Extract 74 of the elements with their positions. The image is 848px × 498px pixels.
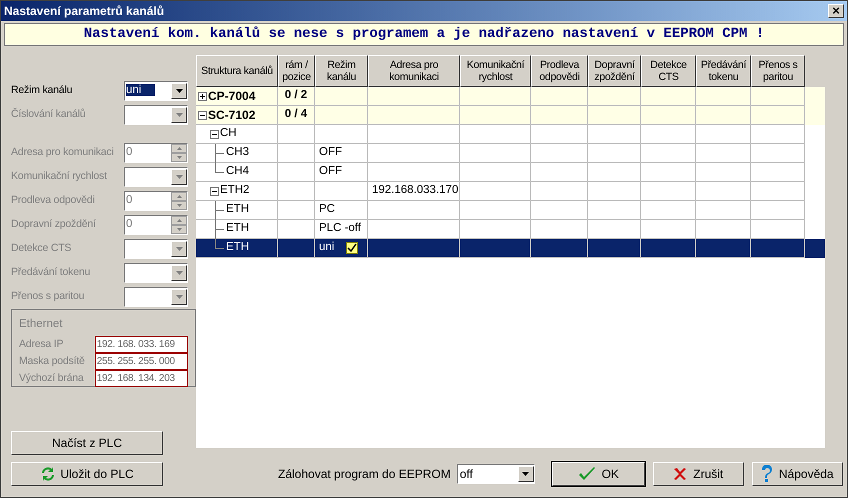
dropdown[interactable]: [124, 167, 188, 187]
table-row[interactable]: ETH uni: [196, 239, 825, 258]
cell-text: OFF: [319, 164, 342, 180]
dropdown[interactable]: [124, 105, 188, 125]
column-header[interactable]: Komunikační rychlost: [460, 55, 531, 87]
column-header[interactable]: Předávání tokenu: [696, 55, 751, 87]
dropdown[interactable]: [124, 239, 188, 259]
dropdown[interactable]: off: [456, 464, 535, 484]
dropdown[interactable]: [124, 287, 188, 307]
cell-text: PC: [319, 202, 335, 218]
field-label: Režim kanálu: [11, 83, 74, 98]
group-title: Ethernet: [19, 317, 64, 332]
cancel-button[interactable]: Zrušit: [652, 462, 744, 486]
help-button[interactable]: Nápověda: [752, 462, 843, 486]
tree-label: ETH: [226, 221, 249, 236]
field-label: Dopravní zpoždění: [11, 217, 97, 232]
checkbox-edit-icon[interactable]: [346, 242, 358, 254]
cell-text: OFF: [319, 145, 342, 160]
field-label: Prodleva odpovědi: [11, 193, 96, 208]
tree-label: CP-7004: [208, 88, 256, 105]
ok-button[interactable]: OK: [552, 462, 645, 486]
column-header[interactable]: Dopravní zpoždění: [588, 55, 641, 87]
check-icon: [578, 466, 596, 482]
tree-label: CH4: [226, 164, 250, 180]
ip-field[interactable]: 192. 168. 134. 203: [94, 370, 188, 388]
expand-icon[interactable]: [198, 92, 207, 100]
dropdown[interactable]: [124, 263, 188, 283]
field-label: Zálohovat program do EEPROM: [278, 466, 451, 483]
field-label: Přenos s paritou: [11, 289, 86, 304]
ip-field[interactable]: 192. 168. 033. 169: [94, 336, 188, 354]
column-header[interactable]: Prodleva odpovědi: [531, 55, 588, 87]
cross-icon: [673, 467, 688, 481]
collapse-icon[interactable]: [198, 110, 207, 120]
field-label: Adresa IP: [19, 336, 64, 352]
window-title: Nastavení parametrů kanálů: [4, 3, 164, 20]
cell-text: PLC -off: [319, 221, 361, 236]
table-row[interactable]: CP-7004 0 / 2: [196, 87, 825, 106]
field-label: Adresa pro komunikaci: [11, 145, 115, 160]
tree-label: CH3: [226, 145, 250, 160]
field-label: Detekce CTS: [11, 241, 72, 256]
question-mark-icon: [760, 465, 773, 483]
column-header[interactable]: Struktura kanálů: [196, 55, 278, 87]
cell-text: 0 / 4: [284, 107, 308, 122]
spin-arrows-icon: [171, 216, 187, 234]
cell-text: 0 / 2: [284, 88, 308, 104]
field-label: Komunikační rychlost: [11, 169, 108, 184]
spin-arrows-icon: [171, 144, 187, 162]
close-button[interactable]: ×: [828, 4, 844, 18]
field-label: Maska podsítě: [19, 354, 86, 369]
column-header[interactable]: Režim kanálu: [315, 55, 368, 87]
table-row[interactable]: SC-7102 0 / 4: [196, 106, 825, 125]
dropdown[interactable]: uni: [124, 81, 188, 101]
column-header[interactable]: Adresa pro komunikaci: [368, 55, 460, 87]
cell-text: uni: [319, 240, 334, 256]
ip-field[interactable]: 255. 255. 255. 000: [94, 353, 188, 370]
banner-text: Nastavení kom. kanálů se nese s programem a je nadřazeno nastavení v EEPROM CPM !: [84, 25, 764, 44]
tree-label: ETH: [226, 240, 249, 256]
cell-text: 192.168.033.170: [372, 183, 458, 198]
collapse-icon[interactable]: [210, 130, 219, 138]
field-label: Výchozí brána: [19, 370, 85, 386]
collapse-icon[interactable]: [210, 186, 219, 196]
spin-arrows-icon: [171, 192, 187, 210]
column-header[interactable]: Přenos s paritou: [751, 55, 805, 87]
column-header[interactable]: rám / pozice: [278, 55, 315, 87]
field-label: Číslování kanálů: [11, 107, 86, 122]
plc-button[interactable]: Uložit do PLC: [11, 462, 163, 486]
column-header[interactable]: Detekce CTS: [641, 55, 696, 87]
refresh-icon: [40, 466, 56, 482]
tree-label: CH: [220, 126, 237, 142]
plc-button[interactable]: Načíst z PLC: [11, 431, 163, 455]
tree-label: ETH2: [220, 183, 250, 198]
tree-label: SC-7102: [208, 107, 256, 124]
tree-label: ETH: [226, 202, 249, 218]
field-label: Předávání tokenu: [11, 265, 92, 280]
